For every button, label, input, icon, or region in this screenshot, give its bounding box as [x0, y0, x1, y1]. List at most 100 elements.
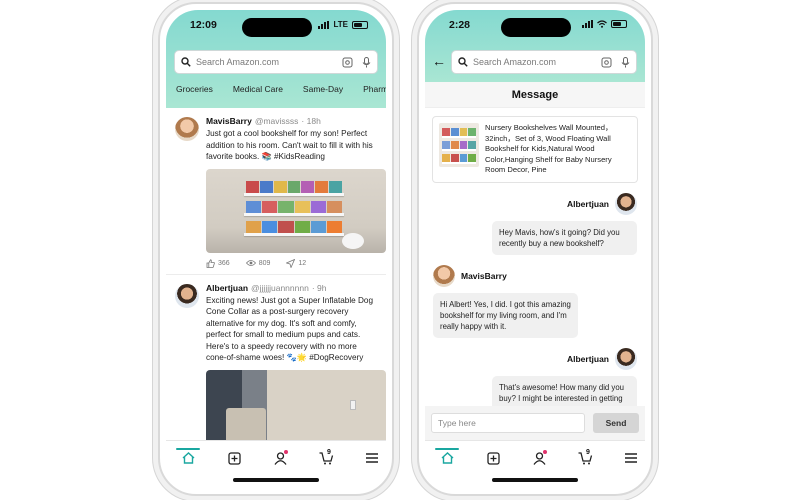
tab-home[interactable]: [435, 448, 459, 467]
battery-icon: [611, 20, 627, 28]
tab-add-post[interactable]: [222, 449, 246, 467]
status-bar: 12:09 LTE: [166, 10, 386, 40]
post-actions: 366 809 12: [206, 258, 378, 268]
active-tab-indicator: [435, 448, 459, 450]
category-same-day[interactable]: Same-Day: [303, 84, 343, 102]
share-count: 12: [298, 259, 307, 267]
message-bubble: Hey Mavis, how's it going? Did you recen…: [492, 220, 637, 255]
home-indicator: [492, 478, 578, 482]
signal-icon: [582, 20, 593, 28]
message-composer: Type here Send: [425, 406, 645, 440]
search-input[interactable]: Search Amazon.com: [473, 57, 601, 67]
search-bar[interactable]: Search Amazon.com: [451, 50, 637, 74]
tab-cart[interactable]: 9: [573, 449, 597, 467]
message-bubble: Hi Albert! Yes, I did. I got this amazin…: [433, 292, 578, 338]
camera-scan-icon[interactable]: [342, 57, 353, 68]
phone-frame-message: 2:28 ← Search Amazon.com Message Nursery…: [417, 2, 653, 496]
header-area: 2:28 ← Search Amazon.com: [425, 10, 645, 82]
message-header: Message: [425, 82, 645, 108]
microphone-icon[interactable]: [362, 56, 371, 68]
back-arrow-icon[interactable]: ←: [432, 54, 446, 68]
post-text: Exciting news! Just got a Super Inflatab…: [206, 295, 374, 363]
thumbs-up-icon: [206, 258, 215, 268]
tab-profile[interactable]: [268, 449, 292, 467]
eye-icon: [245, 260, 256, 266]
camera-scan-icon[interactable]: [601, 57, 612, 68]
chat-thread[interactable]: Nursery Bookshelves Wall Mounted，32inch，…: [425, 108, 645, 406]
tab-profile[interactable]: [527, 449, 551, 467]
views-indicator: 809: [245, 259, 271, 267]
message-sender: MavisBarry: [425, 264, 645, 287]
category-medical-care[interactable]: Medical Care: [233, 84, 283, 102]
feed-screen: 12:09 LTE Search Amazon.com Groceries Me: [166, 10, 386, 488]
message-screen: 2:28 ← Search Amazon.com Message Nursery…: [425, 10, 645, 488]
tab-add-post[interactable]: [481, 449, 505, 467]
category-row: Groceries Medical Care Same-Day Pharmac: [166, 84, 386, 102]
avatar[interactable]: [175, 283, 199, 308]
active-tab-indicator: [176, 448, 200, 450]
search-bar[interactable]: Search Amazon.com: [174, 50, 378, 74]
phone-frame-feed: 12:09 LTE Search Amazon.com Groceries Me: [158, 2, 394, 496]
category-pharmacy[interactable]: Pharmac: [363, 84, 386, 102]
home-icon: [441, 452, 453, 464]
battery-icon: [352, 20, 368, 29]
share-button[interactable]: 12: [286, 258, 307, 268]
post-time: · 9h: [311, 282, 327, 293]
bottom-tab-bar: 9: [425, 440, 645, 488]
notification-badge: [284, 450, 288, 454]
wifi-icon: [597, 20, 607, 28]
sender-name: Albertjuan: [566, 198, 609, 209]
network-label: LTE: [333, 20, 348, 29]
message-input[interactable]: Type here: [431, 413, 585, 433]
tab-cart[interactable]: 9: [314, 449, 338, 467]
like-button[interactable]: 366: [206, 258, 230, 268]
message-row: Hey Mavis, how's it going? Did you recen…: [425, 220, 645, 255]
send-button[interactable]: Send: [593, 413, 639, 433]
message-sender: Albertjuan: [425, 347, 645, 370]
post-feed[interactable]: MavisBarry @mavissss · 18h Just got a co…: [166, 108, 386, 440]
avatar[interactable]: [615, 192, 637, 215]
like-count: 366: [218, 259, 230, 267]
tab-menu[interactable]: [619, 449, 643, 467]
microphone-icon[interactable]: [621, 56, 630, 68]
avatar[interactable]: [433, 264, 455, 287]
status-bar: 2:28: [425, 10, 645, 40]
post-text: Just got a cool bookshelf for my son! Pe…: [206, 129, 373, 161]
product-card[interactable]: Nursery Bookshelves Wall Mounted，32inch，…: [432, 116, 638, 183]
search-input[interactable]: Search Amazon.com: [196, 57, 342, 67]
post-card[interactable]: MavisBarry @mavissss · 18h Just got a co…: [166, 108, 386, 275]
send-icon: [286, 258, 296, 268]
status-indicators: LTE: [318, 20, 368, 29]
post-image[interactable]: [206, 369, 386, 440]
menu-icon: [366, 453, 378, 463]
message-row: Hi Albert! Yes, I did. I got this amazin…: [425, 292, 645, 338]
cart-icon: [578, 451, 592, 464]
status-indicators: [582, 20, 627, 28]
tab-home[interactable]: [176, 448, 200, 467]
post-handle: @mavissss: [254, 116, 299, 126]
add-post-icon: [486, 451, 500, 465]
category-groceries[interactable]: Groceries: [176, 84, 213, 102]
view-count: 809: [258, 259, 271, 267]
cart-count: 9: [327, 449, 331, 456]
dynamic-island: [242, 18, 312, 37]
post-author[interactable]: Albertjuan: [206, 283, 248, 293]
message-sender: Albertjuan: [425, 192, 645, 215]
tab-menu[interactable]: [360, 449, 384, 467]
product-image[interactable]: [439, 123, 479, 167]
home-icon: [182, 452, 194, 464]
post-handle: @jjjjjjuannnnnn: [251, 282, 309, 293]
avatar[interactable]: [615, 347, 637, 370]
message-bubble: That's awesome! How many did you buy? I …: [492, 375, 637, 406]
sender-name: MavisBarry: [461, 270, 507, 281]
avatar[interactable]: [175, 117, 199, 141]
header-area: 12:09 LTE Search Amazon.com Groceries Me: [166, 10, 386, 108]
message-row: That's awesome! How many did you buy? I …: [425, 375, 645, 406]
page-title: Message: [511, 88, 559, 101]
cart-icon: [319, 451, 333, 464]
post-card[interactable]: Albertjuan @jjjjjjuannnnnn · 9h Exciting…: [166, 275, 386, 440]
product-title[interactable]: Nursery Bookshelves Wall Mounted，32inch，…: [485, 123, 631, 176]
post-image[interactable]: [206, 168, 386, 253]
post-author[interactable]: MavisBarry: [206, 116, 252, 126]
status-time: 2:28: [449, 19, 471, 31]
